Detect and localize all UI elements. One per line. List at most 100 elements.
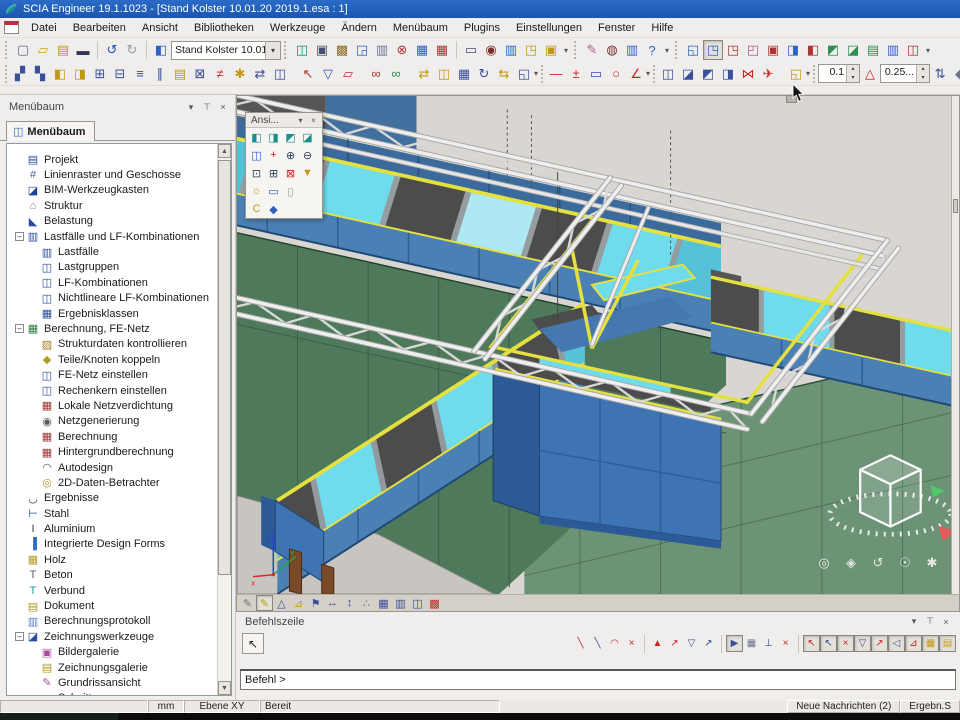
palette-dropdown-icon[interactable]: ▾ xyxy=(294,114,307,126)
project-window-button[interactable]: ◧ xyxy=(151,40,171,60)
menu-hilfe[interactable]: Hilfe xyxy=(643,20,681,36)
view-xz-icon[interactable]: ◧ xyxy=(248,129,265,145)
scroll-up-icon[interactable]: ▲ xyxy=(218,144,231,158)
model-data-button[interactable]: ▦ xyxy=(375,595,392,611)
panel-close-icon[interactable]: × xyxy=(215,100,231,114)
zoom-lens-button[interactable]: ◎ xyxy=(815,554,833,572)
tree-item-verbund[interactable]: TVerbund xyxy=(7,583,217,598)
tree-item-bildergalerie[interactable]: ▣Bildergalerie xyxy=(7,645,217,660)
cursor-target-button[interactable] xyxy=(786,95,797,103)
catalog-blocks-button[interactable]: ▞ xyxy=(10,64,30,84)
member-labels-button[interactable]: ↕ xyxy=(341,595,358,611)
tree-item-belastung[interactable]: ◣Belastung xyxy=(7,214,217,229)
pointer-mode-button[interactable]: ↖ xyxy=(242,633,264,654)
tree-item-berechnung-fe-netz[interactable]: –▦Berechnung, FE-Netz xyxy=(7,321,217,336)
tracking-2-button[interactable]: ↖ xyxy=(820,635,837,652)
tree-item-berechnungsprotokoll[interactable]: ▥Berechnungsprotokoll xyxy=(7,614,217,629)
zoom-selection-icon[interactable]: ⊠ xyxy=(282,165,299,181)
check-structure-button[interactable]: ≠ xyxy=(210,64,230,84)
tree-item-dokument[interactable]: ▤Dokument xyxy=(7,598,217,613)
section-cut-button[interactable]: ∥ xyxy=(150,64,170,84)
tree-item-aluminium[interactable]: IAluminium xyxy=(7,521,217,536)
offset-tool-button[interactable]: ± xyxy=(566,64,586,84)
document-composer-button[interactable]: ▥ xyxy=(501,40,521,60)
fast-draw-button[interactable]: ◫ xyxy=(409,595,426,611)
print-preview-button[interactable]: ◉ xyxy=(481,40,501,60)
more-options-icon[interactable]: ▾ xyxy=(534,69,538,78)
tracking-1-button[interactable]: ↖ xyxy=(803,635,820,652)
mesh-tool-button[interactable]: ⊗ xyxy=(392,40,412,60)
snap-perpendicular-button[interactable]: ▽ xyxy=(683,635,700,652)
clipboard-button[interactable]: ▥ xyxy=(372,40,392,60)
snap-tangent-button[interactable]: ↗ xyxy=(700,635,717,652)
zoom-out-icon[interactable]: ⊖ xyxy=(299,147,316,163)
tree-item-projekt[interactable]: ▤Projekt xyxy=(7,152,217,167)
tracking-5-button[interactable]: ↗ xyxy=(871,635,888,652)
menu-ndern[interactable]: Ändern xyxy=(333,20,384,36)
active-document-combo-arrow-icon[interactable]: ▾ xyxy=(265,42,280,59)
document-window-icon[interactable] xyxy=(4,21,19,34)
expand-collapse-icon[interactable]: – xyxy=(13,324,26,333)
tree-item-lf-kombinationen[interactable]: ◫LF-Kombinationen xyxy=(7,275,217,290)
dimension-lines-button[interactable]: ⊞ xyxy=(90,64,110,84)
clip-box-icon[interactable]: ▭ xyxy=(265,183,282,199)
paste-special-1-button[interactable]: ◫ xyxy=(658,64,678,84)
print-button[interactable]: ▭ xyxy=(461,40,481,60)
export-dwg-button[interactable]: ◨ xyxy=(70,64,90,84)
display-params-button[interactable]: ▥ xyxy=(392,595,409,611)
edge-thumb[interactable] xyxy=(953,199,958,213)
grid-lines-button[interactable]: ⊟ xyxy=(110,64,130,84)
active-document-combo[interactable]: Stand Kolster 10.01.20 20▾ xyxy=(171,41,281,60)
tree-item-nichtlineare-lf-kombinationen[interactable]: ◫Nichtlineare LF-Kombinationen xyxy=(7,291,217,306)
user-blocks-button[interactable]: ▚ xyxy=(30,64,50,84)
view-flag-3-button[interactable]: ◳ xyxy=(723,40,743,60)
palette-close-icon[interactable]: × xyxy=(307,114,320,126)
selection-named-button[interactable]: ∞ xyxy=(386,64,406,84)
select-cursor-button[interactable]: ↖ xyxy=(298,64,318,84)
solid-view-button[interactable]: ◈ xyxy=(842,554,860,572)
select-filter-button[interactable]: ▽ xyxy=(318,64,338,84)
visibility-bucket-icon[interactable]: ▼ xyxy=(299,165,316,181)
view-flag-2-button[interactable]: ◳ xyxy=(703,40,723,60)
tree-item-ergebnisklassen[interactable]: ▦Ergebnisklassen xyxy=(7,306,217,321)
tree-item-lastgruppen[interactable]: ◫Lastgruppen xyxy=(7,260,217,275)
snap-midpoint-button[interactable]: ╲ xyxy=(589,635,606,652)
weld-members-button[interactable]: ⇄ xyxy=(250,64,270,84)
view-xy-icon[interactable]: ◩ xyxy=(282,129,299,145)
cross-snap-button[interactable]: × xyxy=(777,635,794,652)
preview-sheet-button[interactable]: ◍ xyxy=(602,40,622,60)
tree-item-strukturdaten-kontrollieren[interactable]: ▨Strukturdaten kontrollieren xyxy=(7,337,217,352)
local-axes-button[interactable]: ◆ xyxy=(950,64,960,84)
view-flag-7-button[interactable]: ◧ xyxy=(803,40,823,60)
tracking-3-button[interactable]: × xyxy=(837,635,854,652)
zoom-in-icon[interactable]: ⊕ xyxy=(282,147,299,163)
gallery-button[interactable]: ▣ xyxy=(541,40,561,60)
status-button-ergebn-s[interactable]: Ergebn.S xyxy=(900,700,960,713)
viewport-edge-scrollbar[interactable] xyxy=(951,96,959,594)
notes-button[interactable]: ▤ xyxy=(939,635,956,652)
tree-item-holz[interactable]: ▦Holz xyxy=(7,552,217,567)
paste-special-4-button[interactable]: ◨ xyxy=(718,64,738,84)
view-flag-12-button[interactable]: ◫ xyxy=(903,40,923,60)
tree-item-autodesign[interactable]: ◠Autodesign xyxy=(7,460,217,475)
tree-item-linienraster-und-geschosse[interactable]: #Linienraster und Geschosse xyxy=(7,167,217,182)
tree-item-stahl[interactable]: ⊢Stahl xyxy=(7,506,217,521)
undo-button[interactable]: ↺ xyxy=(102,40,122,60)
viewport-settings-button[interactable]: ✱ xyxy=(923,554,941,572)
calculator-button[interactable]: ▦ xyxy=(922,635,939,652)
wireframe-pencil-button[interactable]: ✎ xyxy=(239,595,256,611)
ucs-tool-icon[interactable]: + xyxy=(265,147,282,163)
table-input-button[interactable]: ▦ xyxy=(412,40,432,60)
zoom-window-icon[interactable]: ⊡ xyxy=(248,165,265,181)
panel-dropdown-icon[interactable]: ▾ xyxy=(183,100,199,114)
stretch-button[interactable]: ◱ xyxy=(514,64,534,84)
save-all-button[interactable]: ▤ xyxy=(53,40,73,60)
tab-menubaum[interactable]: ◫ Menübaum xyxy=(6,121,95,141)
mirror-button[interactable]: ⇆ xyxy=(494,64,514,84)
table-results-button[interactable]: ▦ xyxy=(432,40,452,60)
snap-intersection-button[interactable]: × xyxy=(623,635,640,652)
zoom-all-icon[interactable]: ⊞ xyxy=(265,165,282,181)
more-options-icon[interactable]: ▾ xyxy=(662,46,672,55)
menu-ansicht[interactable]: Ansicht xyxy=(134,20,186,36)
view-yz-icon[interactable]: ◨ xyxy=(265,129,282,145)
